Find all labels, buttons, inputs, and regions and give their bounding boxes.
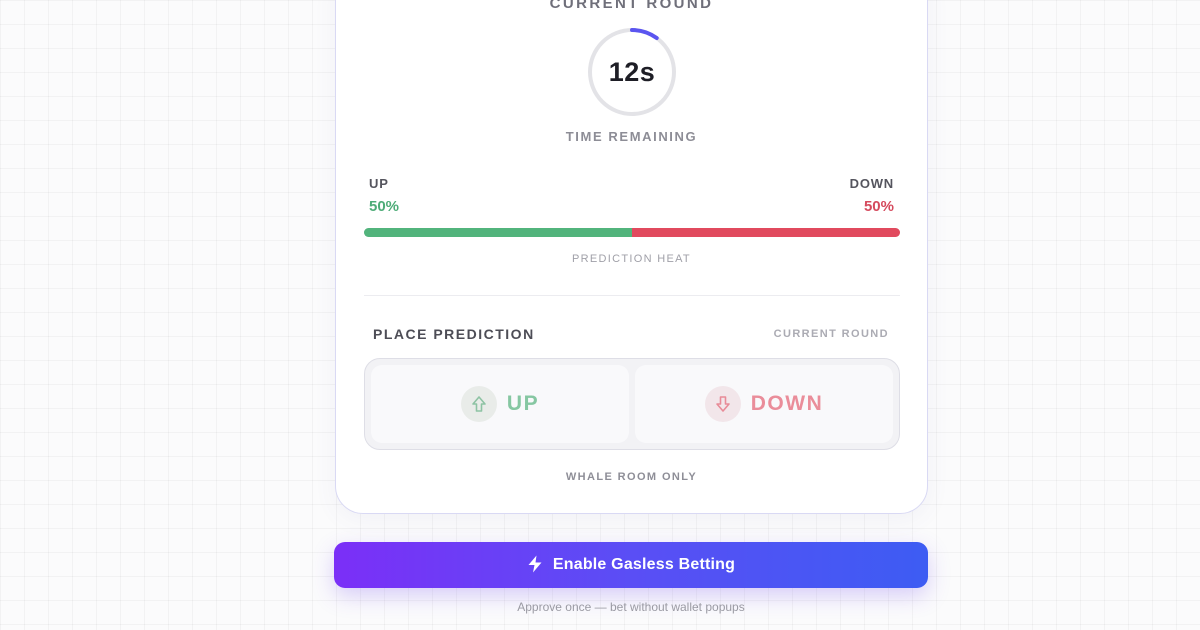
gasless-betting-note: Approve once — bet without wallet popups	[517, 600, 745, 614]
prediction-heat-bar	[364, 228, 900, 237]
bet-up-button[interactable]: UP	[371, 365, 629, 443]
bet-down-label: DOWN	[750, 392, 824, 415]
prediction-buttons: UP DOWN	[364, 358, 900, 450]
round-title: CURRENT ROUND	[549, 0, 714, 12]
heat-up-percent: 50%	[369, 198, 400, 215]
whale-room-note: WHALE ROOM ONLY	[565, 471, 698, 483]
heat-down-label: DOWN	[849, 176, 894, 191]
heat-down-percent: 50%	[863, 198, 894, 215]
time-remaining-label: TIME REMAINING	[565, 129, 698, 144]
heat-up-label: UP	[369, 176, 389, 191]
section-divider	[364, 295, 900, 296]
prediction-heat-caption: PREDICTION HEAT	[572, 253, 691, 265]
arrow-up-icon	[460, 386, 497, 422]
round-card: CURRENT ROUND 12s TIME REMAINING UP DOWN…	[335, 0, 928, 514]
countdown-timer: 12s	[586, 26, 678, 118]
place-prediction-title: PLACE PREDICTION	[373, 326, 535, 342]
place-prediction-round-label: CURRENT ROUND	[773, 328, 889, 340]
arrow-down-icon	[704, 386, 741, 422]
enable-gasless-betting-button[interactable]: Enable Gasless Betting	[334, 542, 928, 588]
heat-down-fill	[632, 228, 900, 237]
bet-up-label: UP	[506, 392, 540, 415]
timer-value: 12s	[608, 56, 656, 87]
enable-gasless-betting-label: Enable Gasless Betting	[552, 556, 736, 573]
lightning-icon	[527, 555, 543, 576]
heat-up-fill	[364, 228, 632, 237]
bet-down-button[interactable]: DOWN	[635, 365, 893, 443]
